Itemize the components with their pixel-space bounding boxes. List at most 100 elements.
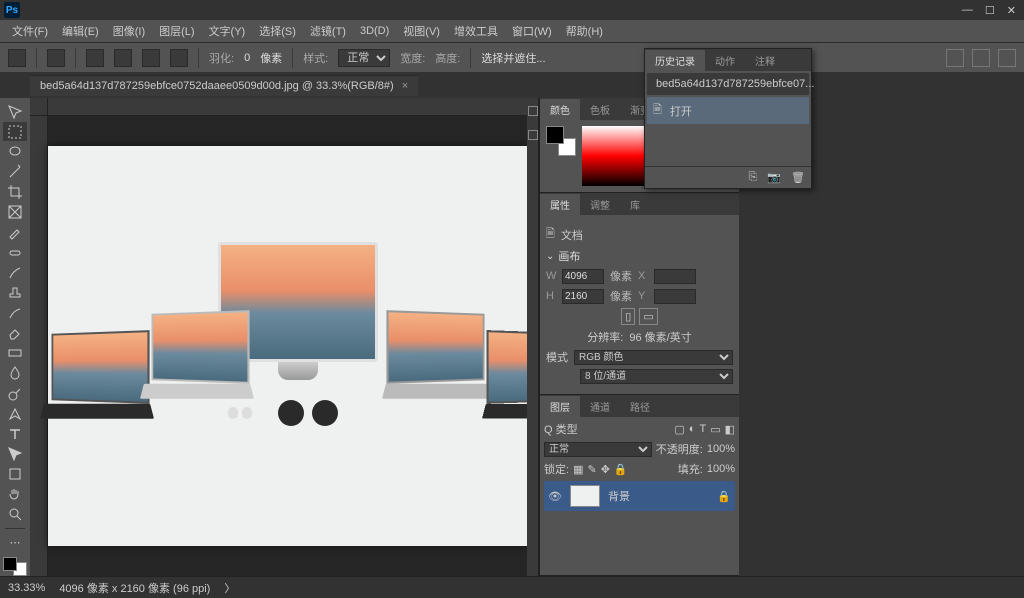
tab-swatches[interactable]: 色板 bbox=[580, 99, 620, 120]
lasso-tool[interactable] bbox=[3, 142, 27, 161]
tab-adjustments[interactable]: 调整 bbox=[580, 194, 620, 215]
canvas-section-header[interactable]: 画布 bbox=[546, 248, 733, 264]
history-panel[interactable]: 历史记录 动作 注释 bed5a64d137d787259ebfce07... … bbox=[644, 48, 812, 189]
selection-add-icon[interactable] bbox=[114, 49, 132, 67]
workspace-icon[interactable] bbox=[998, 49, 1016, 67]
tab-properties[interactable]: 属性 bbox=[540, 194, 580, 215]
dodge-tool[interactable] bbox=[3, 384, 27, 403]
wand-tool[interactable] bbox=[3, 162, 27, 181]
fill-value[interactable]: 100% bbox=[707, 463, 735, 475]
menu-view[interactable]: 视图(V) bbox=[397, 21, 446, 41]
menu-filter[interactable]: 滤镜(T) bbox=[304, 21, 352, 41]
close-tab-icon[interactable]: × bbox=[402, 80, 408, 92]
tab-channels[interactable]: 通道 bbox=[580, 396, 620, 417]
select-subject-button[interactable]: 选择并遮住... bbox=[481, 50, 545, 66]
color-swatch-tool[interactable] bbox=[3, 557, 27, 576]
tab-layers[interactable]: 图层 bbox=[540, 396, 580, 417]
close-button[interactable]: ✕ bbox=[1007, 4, 1016, 17]
document-tab[interactable]: bed5a64d137d787259ebfce0752daaee0509d00d… bbox=[30, 75, 418, 96]
edit-toolbar-icon[interactable]: ⋯ bbox=[3, 533, 27, 552]
eyedropper-tool[interactable] bbox=[3, 223, 27, 242]
pen-tool[interactable] bbox=[3, 404, 27, 423]
lock-paint-icon[interactable]: ✎ bbox=[587, 463, 596, 476]
tab-color[interactable]: 颜色 bbox=[540, 99, 580, 120]
blend-mode-select[interactable]: 正常 bbox=[544, 442, 652, 457]
frame-tool[interactable] bbox=[3, 203, 27, 222]
lock-transparency-icon[interactable]: ▦ bbox=[573, 463, 583, 476]
type-tool[interactable] bbox=[3, 424, 27, 443]
marquee-tool-icon[interactable] bbox=[47, 49, 65, 67]
opacity-value[interactable]: 100% bbox=[707, 443, 735, 455]
menu-help[interactable]: 帮助(H) bbox=[560, 21, 609, 41]
document-canvas[interactable] bbox=[48, 146, 527, 546]
history-step-open[interactable]: 🗎 打开 bbox=[647, 97, 809, 124]
menu-window[interactable]: 窗口(W) bbox=[506, 21, 558, 41]
trash-icon[interactable]: 🗑 bbox=[791, 171, 805, 184]
maximize-button[interactable]: ☐ bbox=[985, 4, 995, 17]
create-document-icon[interactable]: ⎘ bbox=[749, 171, 758, 184]
tab-comments[interactable]: 注释 bbox=[745, 50, 785, 71]
selection-new-icon[interactable] bbox=[86, 49, 104, 67]
filter-smart-icon[interactable]: ◧ bbox=[725, 423, 735, 436]
path-tool[interactable] bbox=[3, 444, 27, 463]
portrait-icon[interactable]: ▯ bbox=[621, 308, 635, 325]
tab-history[interactable]: 历史记录 bbox=[645, 50, 705, 71]
minimize-button[interactable]: — bbox=[962, 4, 973, 17]
width-input[interactable] bbox=[562, 269, 604, 284]
x-input[interactable] bbox=[654, 269, 696, 284]
zoom-tool[interactable] bbox=[3, 505, 27, 524]
tab-libraries[interactable]: 库 bbox=[620, 194, 650, 215]
menu-type[interactable]: 文字(Y) bbox=[203, 21, 252, 41]
y-input[interactable] bbox=[654, 289, 696, 304]
layer-item-background[interactable]: 👁 背景 🔒 bbox=[544, 481, 735, 511]
status-chevron-icon[interactable]: 〉 bbox=[224, 580, 235, 596]
share-icon[interactable] bbox=[946, 49, 964, 67]
lock-all-icon[interactable]: 🔒 bbox=[614, 463, 628, 476]
selection-subtract-icon[interactable] bbox=[142, 49, 160, 67]
filter-pixel-icon[interactable]: ▢ bbox=[674, 423, 684, 436]
marquee-tool[interactable] bbox=[3, 122, 27, 141]
menu-edit[interactable]: 编辑(E) bbox=[56, 21, 105, 41]
menu-layer[interactable]: 图层(L) bbox=[153, 21, 200, 41]
stamp-tool[interactable] bbox=[3, 283, 27, 302]
color-mode-select[interactable]: RGB 颜色 bbox=[574, 350, 733, 365]
visibility-icon[interactable]: 👁 bbox=[548, 490, 562, 503]
filter-shape-icon[interactable]: ▭ bbox=[710, 423, 720, 436]
blur-tool[interactable] bbox=[3, 364, 27, 383]
heal-tool[interactable] bbox=[3, 243, 27, 262]
shape-tool[interactable] bbox=[3, 465, 27, 484]
eraser-tool[interactable] bbox=[3, 324, 27, 343]
lock-position-icon[interactable]: ✥ bbox=[601, 463, 610, 476]
layer-thumbnail[interactable] bbox=[570, 485, 600, 507]
bit-depth-select[interactable]: 8 位/通道 bbox=[580, 369, 733, 384]
collapsed-panel-icon[interactable] bbox=[528, 130, 538, 140]
collapsed-panel-icon[interactable] bbox=[528, 106, 538, 116]
move-tool[interactable] bbox=[3, 102, 27, 121]
foreground-color-swatch[interactable] bbox=[3, 557, 17, 571]
filter-type-icon[interactable]: T bbox=[699, 423, 706, 435]
history-brush-tool[interactable] bbox=[3, 303, 27, 322]
menu-image[interactable]: 图像(I) bbox=[107, 21, 151, 41]
landscape-icon[interactable]: ▭ bbox=[639, 308, 657, 325]
search-icon[interactable] bbox=[972, 49, 990, 67]
history-snapshot[interactable]: bed5a64d137d787259ebfce07... bbox=[647, 73, 809, 95]
menu-select[interactable]: 选择(S) bbox=[253, 21, 302, 41]
hand-tool[interactable] bbox=[3, 485, 27, 504]
create-snapshot-icon[interactable]: 📷 bbox=[767, 171, 781, 184]
tab-paths[interactable]: 路径 bbox=[620, 396, 660, 417]
home-icon[interactable] bbox=[8, 49, 26, 67]
filter-adjust-icon[interactable]: ◐ bbox=[689, 423, 696, 435]
zoom-level[interactable]: 33.33% bbox=[8, 582, 45, 594]
feather-value[interactable]: 0 bbox=[244, 52, 250, 64]
ruler-horizontal[interactable] bbox=[48, 98, 527, 116]
menu-plugins[interactable]: 增效工具 bbox=[448, 21, 504, 41]
tab-actions[interactable]: 动作 bbox=[705, 50, 745, 71]
style-select[interactable]: 正常 bbox=[338, 49, 390, 67]
menu-file[interactable]: 文件(F) bbox=[6, 21, 54, 41]
brush-tool[interactable] bbox=[3, 263, 27, 282]
crop-tool[interactable] bbox=[3, 183, 27, 202]
gradient-tool[interactable] bbox=[3, 344, 27, 363]
selection-intersect-icon[interactable] bbox=[170, 49, 188, 67]
menu-3d[interactable]: 3D(D) bbox=[354, 23, 395, 39]
color-fgbg[interactable] bbox=[546, 126, 576, 156]
